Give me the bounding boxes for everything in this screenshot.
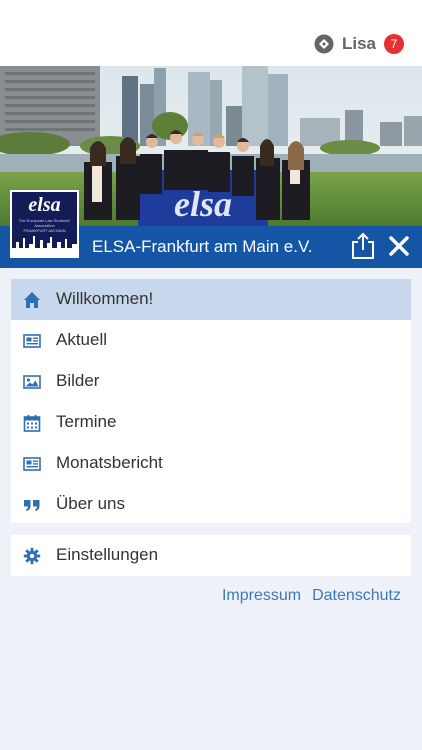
logo-wordmark: elsa — [28, 194, 61, 216]
skyline-silhouette — [12, 236, 77, 256]
quote-icon — [24, 500, 40, 511]
menu-item-label: Über uns — [56, 494, 125, 513]
logo-city: FRANKFURT AM MAIN — [23, 228, 66, 233]
datenschutz-link[interactable]: Datenschutz — [312, 587, 401, 605]
newspaper-icon — [23, 334, 41, 348]
menu-item-willkommen[interactable]: Willkommen! — [11, 279, 411, 320]
menu-item-label: Bilder — [56, 371, 100, 390]
menu-item-monatsbericht[interactable]: Monatsbericht — [11, 443, 411, 484]
user-name[interactable]: Lisa — [342, 34, 376, 54]
menu-item-einstellungen[interactable]: Einstellungen — [11, 535, 411, 576]
gear-icon — [23, 547, 41, 565]
calendar-icon — [23, 415, 41, 432]
impressum-link[interactable]: Impressum — [222, 587, 301, 605]
notification-badge[interactable]: 7 — [384, 34, 404, 54]
logo-tagline: The European Law Students' Association — [18, 218, 71, 228]
image-icon — [23, 375, 41, 389]
settings-label: Einstellungen — [56, 545, 159, 564]
menu-item-label: Willkommen! — [56, 289, 154, 308]
menu-item-termine[interactable]: Termine — [11, 402, 411, 443]
menu-item-ueber-uns[interactable]: Über uns — [11, 484, 411, 525]
home-icon — [24, 292, 40, 308]
menu-item-label: Termine — [56, 412, 117, 431]
elsa-logo: elsa The European Law Students' Associat… — [10, 190, 79, 258]
main-menu: Willkommen! Aktuell Bilder Termine Monat… — [11, 279, 411, 523]
top-bar: Lisa 7 — [0, 0, 422, 66]
org-title: ELSA-Frankfurt am Main e.V. — [92, 237, 313, 256]
footer-links: Impressum Datenschutz — [211, 587, 401, 605]
newspaper-icon — [23, 457, 41, 471]
close-icon[interactable] — [388, 235, 410, 257]
menu-item-label: Aktuell — [56, 330, 108, 349]
user-logo-icon — [314, 34, 334, 54]
user-account[interactable]: Lisa 7 — [314, 31, 404, 57]
share-icon[interactable] — [350, 232, 376, 260]
logo-subline: The European Law Students' Association F… — [14, 218, 75, 233]
menu-item-label: Monatsbericht — [56, 453, 163, 472]
menu-item-aktuell[interactable]: Aktuell — [11, 320, 411, 361]
menu-item-bilder[interactable]: Bilder — [11, 361, 411, 402]
